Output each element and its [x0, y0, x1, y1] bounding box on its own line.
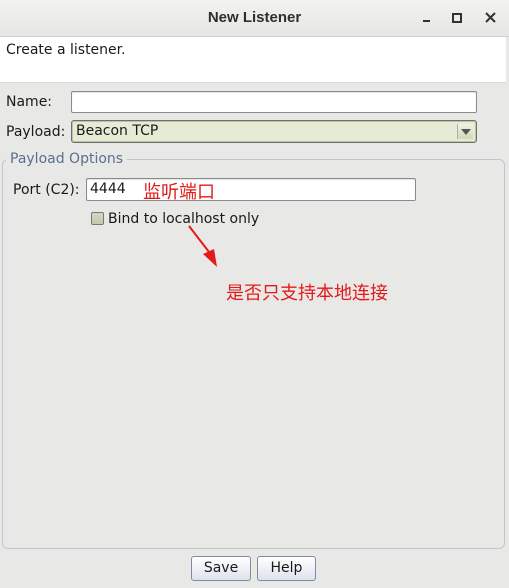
name-input[interactable] — [71, 91, 477, 113]
description-text: Create a listener. — [6, 42, 126, 58]
payload-label: Payload: — [6, 124, 66, 140]
port-annotation: 监听端口 — [143, 182, 215, 203]
bind-localhost-label[interactable]: Bind to localhost only — [108, 211, 259, 227]
help-button[interactable]: Help — [257, 556, 316, 581]
minimize-icon[interactable] — [416, 7, 438, 29]
close-icon[interactable] — [480, 7, 502, 29]
annotation-arrow-icon — [188, 225, 217, 267]
port-value: 4444 — [90, 181, 126, 197]
port-input[interactable]: 4444 — [86, 178, 416, 201]
payload-select[interactable]: Beacon TCP — [71, 120, 477, 143]
title-bar: New Listener — [0, 0, 509, 37]
chevron-down-icon[interactable] — [457, 124, 473, 139]
name-label: Name: — [6, 94, 53, 110]
maximize-icon[interactable] — [446, 7, 468, 29]
description-panel: Create a listener. — [0, 37, 506, 83]
bind-localhost-checkbox[interactable] — [91, 212, 104, 225]
save-button[interactable]: Save — [191, 556, 251, 581]
port-label: Port (C2): — [13, 182, 80, 198]
payload-select-value: Beacon TCP — [76, 123, 159, 139]
payload-options-title: Payload Options — [6, 151, 128, 167]
bind-annotation: 是否只支持本地连接 — [226, 283, 388, 304]
